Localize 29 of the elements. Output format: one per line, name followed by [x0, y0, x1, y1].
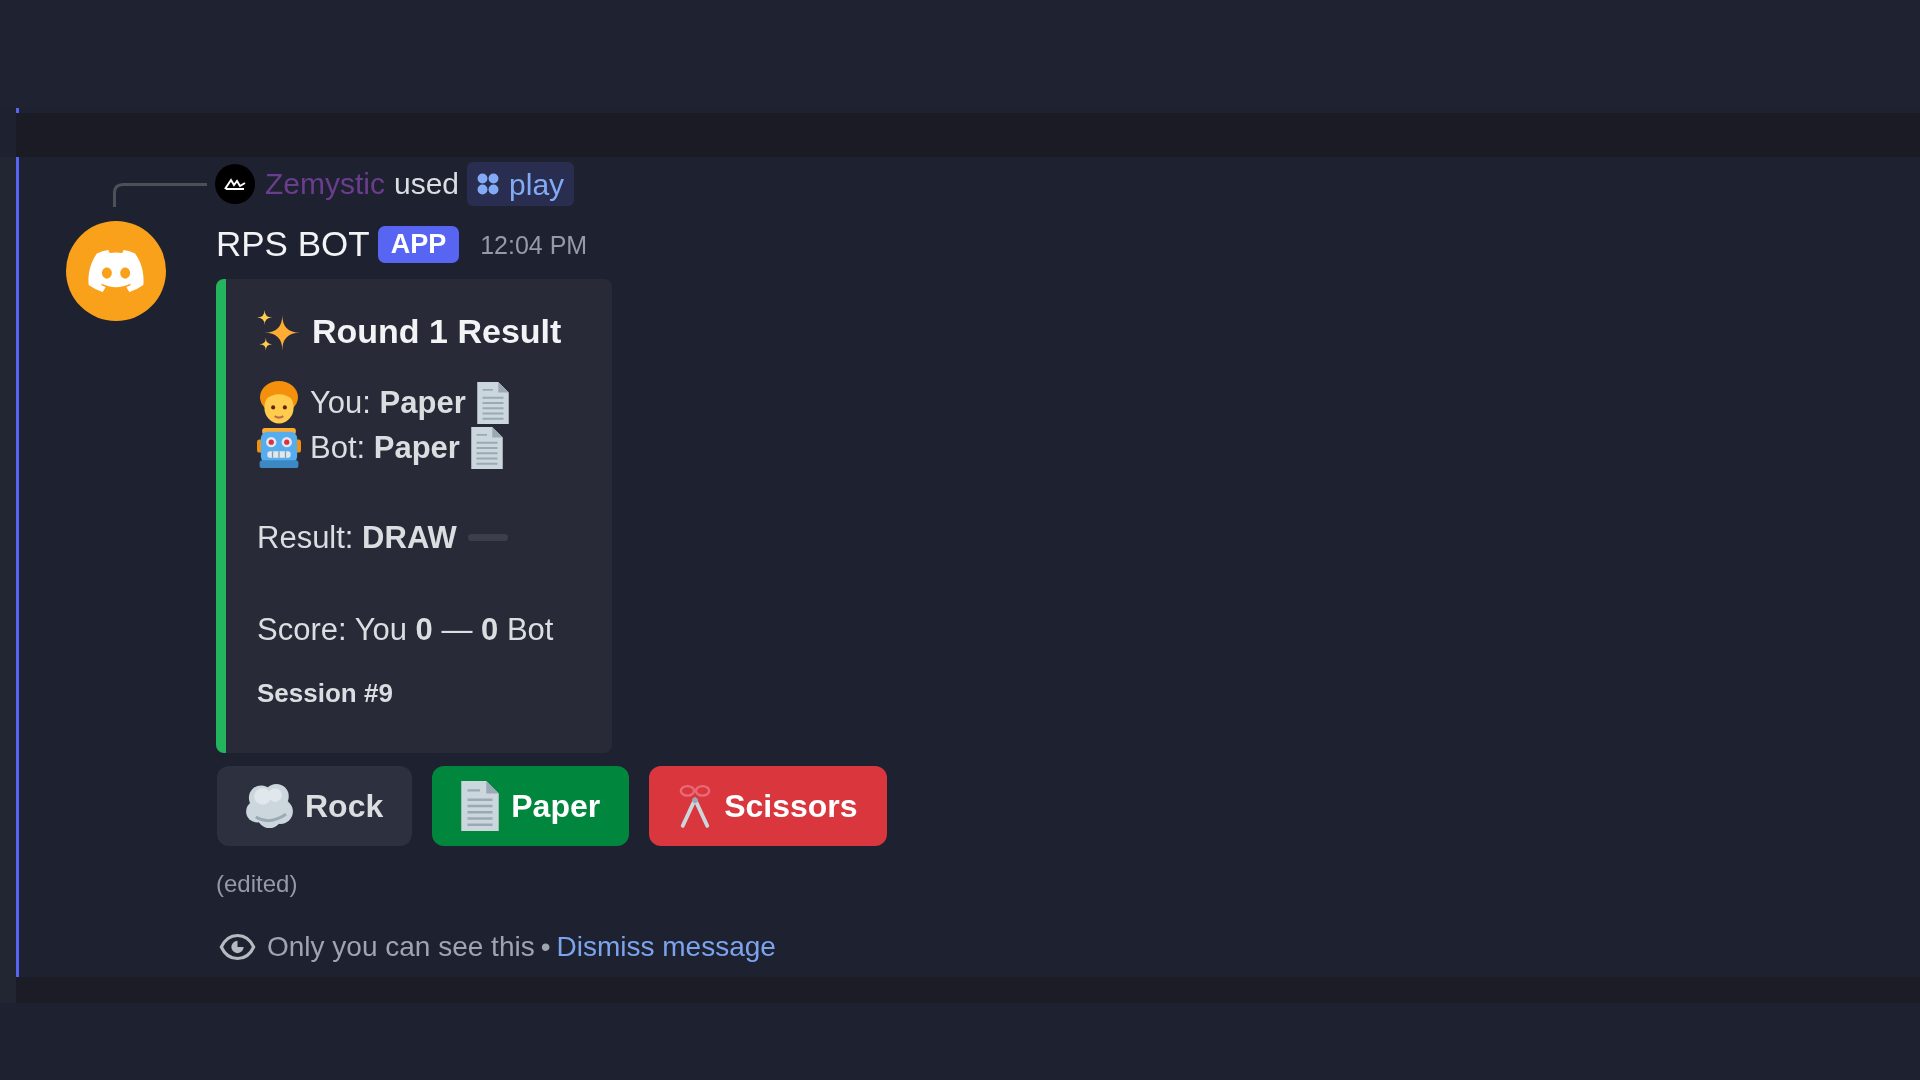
choice-button[interactable]: Rock	[217, 766, 413, 846]
page-icon	[476, 381, 509, 424]
player-choice-text: You: Paper	[310, 384, 466, 422]
avatar-icon[interactable]	[215, 164, 255, 204]
grid-icon	[477, 173, 500, 195]
author-name[interactable]: RPS BOT	[216, 222, 370, 266]
page-icon	[470, 426, 503, 469]
embed-footer: Session #9	[257, 678, 393, 708]
score-text: Score: You 0 — 0 Bot	[257, 611, 554, 649]
separator: •	[540, 930, 551, 964]
result-text: Result: DRAW	[257, 519, 457, 557]
visibility-notice: Only you can see this	[267, 930, 535, 964]
scissors-icon	[678, 784, 713, 828]
dismiss-link[interactable]: Dismiss message	[556, 926, 776, 968]
embed-title: Round 1 Result	[312, 311, 562, 352]
choice-button[interactable]: Paper	[432, 766, 630, 846]
rock-icon	[246, 784, 293, 828]
eye-icon	[219, 933, 256, 961]
page-icon	[461, 781, 500, 831]
robot-icon	[257, 426, 301, 469]
reply-action-text: used	[394, 166, 460, 202]
timestamp: 12:04 PM	[480, 230, 588, 262]
highlight-bar	[16, 108, 19, 113]
choice-button[interactable]: Scissors	[649, 766, 887, 846]
app-badge: APP	[377, 225, 460, 263]
person-icon	[260, 380, 298, 425]
edited-label: (edited)	[216, 869, 298, 899]
player-choice-text: Bot: Paper	[310, 429, 460, 467]
command-mention[interactable]: play	[467, 162, 575, 206]
